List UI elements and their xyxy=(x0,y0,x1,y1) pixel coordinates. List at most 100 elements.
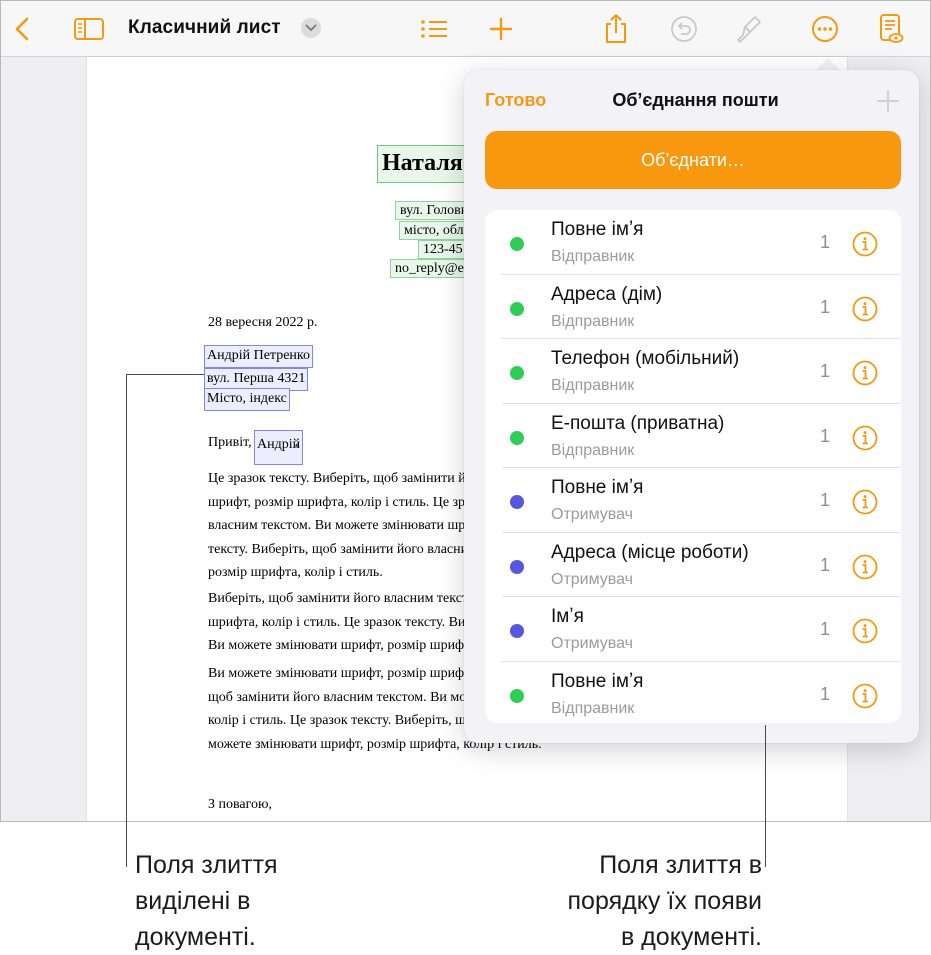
merge-field-row[interactable]: Повне імʼя Відправник 1 xyxy=(485,210,901,275)
merge-field-label: Адреса (дім) xyxy=(551,283,663,305)
merge-field-source: Отримувач xyxy=(551,506,633,523)
share-icon xyxy=(606,14,626,43)
document-title[interactable]: Класичний лист xyxy=(128,17,281,39)
merge-field-source: Отримувач xyxy=(551,635,633,652)
info-circle-icon xyxy=(852,296,878,321)
undo-button[interactable] xyxy=(666,11,702,47)
merge-field-count: 1 xyxy=(820,296,831,317)
merge-field-count: 1 xyxy=(820,683,831,704)
merge-field-label: Імʼя xyxy=(551,606,584,627)
merge-field-info-button[interactable] xyxy=(852,231,878,257)
sender-dot-icon xyxy=(510,366,524,380)
merge-field-label: Повне імʼя xyxy=(551,219,644,240)
callout-leader-left-vertical xyxy=(126,374,127,867)
reading-view-button[interactable] xyxy=(873,11,909,47)
merge-field-source: Відправник xyxy=(551,441,635,459)
chevron-down-icon xyxy=(305,24,317,31)
merge-field-count: 1 xyxy=(820,554,831,575)
ellipsis-circle-icon xyxy=(812,16,838,42)
add-field-button[interactable] xyxy=(875,88,901,114)
recipient-dot-icon xyxy=(510,559,524,574)
merge-field-source: Відправник xyxy=(551,248,635,265)
info-circle-icon xyxy=(852,618,878,644)
merge-field-sender-phone[interactable]: 123-45 xyxy=(418,240,468,259)
undo-icon xyxy=(671,16,697,42)
merge-field-info-button[interactable] xyxy=(852,296,878,322)
callout-leader-right xyxy=(765,725,766,867)
plus-icon xyxy=(877,90,899,112)
greeting-prefix: Привіт, xyxy=(208,435,252,450)
merge-field-label: Е-пошта (приватна) xyxy=(551,412,725,434)
merge-field-row[interactable]: Телефон (мобільний) Відправник 1 xyxy=(485,339,901,404)
merge-field-source: Відправник xyxy=(551,312,635,330)
sender-dot-icon xyxy=(510,301,524,316)
info-circle-icon xyxy=(852,554,878,579)
back-button[interactable] xyxy=(5,11,41,47)
merge-field-sender-email[interactable]: no_reply@e xyxy=(390,259,469,278)
greeting-suffix: , xyxy=(295,435,299,450)
sender-dot-icon xyxy=(510,688,524,703)
pages-app-window: Класичний лист Наталя вул. Головн місто,… xyxy=(0,0,931,822)
merge-field-row[interactable]: Повне імʼя Відправник 1 xyxy=(485,662,901,724)
done-button[interactable]: Готово xyxy=(485,90,546,111)
info-circle-icon xyxy=(852,360,878,386)
toolbar: Класичний лист xyxy=(1,1,930,57)
paintbrush-icon xyxy=(737,16,761,43)
merge-field-label: Адреса (місце роботи) xyxy=(551,541,749,563)
merge-field-count: 1 xyxy=(820,361,831,381)
merge-field-source: Відправник xyxy=(551,377,635,394)
merge-field-info-button[interactable] xyxy=(852,618,878,644)
recipient-dot-icon xyxy=(510,495,524,509)
callout-left: Поля злиття виділені в документі. xyxy=(135,851,278,951)
merge-button[interactable]: Об’єднати… xyxy=(485,131,901,189)
merge-field-row[interactable]: Повне імʼя Отримувач 1 xyxy=(485,468,901,533)
merge-field-row[interactable]: Е-пошта (приватна) Відправник 1 xyxy=(485,404,901,468)
sidebar-button[interactable] xyxy=(71,11,107,47)
merge-field-label: Повне імʼя xyxy=(551,670,644,692)
more-button[interactable] xyxy=(807,11,843,47)
callout-leader-left-horizontal xyxy=(126,374,204,375)
merge-field-info-button[interactable] xyxy=(852,360,878,386)
recipient-dot-icon xyxy=(510,624,524,638)
insert-button[interactable] xyxy=(483,11,519,47)
sender-dot-icon xyxy=(510,430,524,445)
merge-field-info-button[interactable] xyxy=(852,489,878,515)
merge-field-sender-full-name[interactable]: Наталя xyxy=(377,145,468,183)
merge-field-count: 1 xyxy=(820,619,831,639)
merge-field-list: Повне імʼя Відправник 1 Адреса (дім) Відправ… xyxy=(485,210,901,723)
share-button[interactable] xyxy=(598,11,634,47)
callout-right: Поля злиття в порядку їх появи в докумен… xyxy=(567,851,762,951)
chevron-left-icon xyxy=(15,17,29,41)
merge-field-count: 1 xyxy=(820,232,831,252)
merge-field-recipient-full-name[interactable]: Андрій Петренко xyxy=(204,345,314,368)
merge-field-row[interactable]: Імʼя Отримувач 1 xyxy=(485,597,901,662)
format-button[interactable] xyxy=(731,11,767,47)
merge-field-row[interactable]: Адреса (місце роботи) Отримувач 1 xyxy=(485,533,901,597)
merge-field-recipient-work-address-city[interactable]: Місто, індекс xyxy=(204,388,290,411)
merge-field-label: Телефон (мобільний) xyxy=(551,348,740,369)
merge-field-sender-home-address-street[interactable]: вул. Головн xyxy=(395,201,474,220)
mail-merge-popover: Об’єднання пошти Готово Об’єднати… Повне… xyxy=(464,70,919,743)
merge-field-count: 1 xyxy=(820,490,831,510)
document-view-icon xyxy=(880,14,904,43)
merge-field-info-button[interactable] xyxy=(852,683,878,709)
letter-date: 28 вересня 2022 р. xyxy=(208,315,318,330)
document-title-menu-button[interactable] xyxy=(301,18,321,38)
info-circle-icon xyxy=(852,425,878,450)
list-icon xyxy=(421,20,447,38)
merge-field-row[interactable]: Адреса (дім) Відправник 1 xyxy=(485,275,901,339)
info-circle-icon xyxy=(852,683,878,708)
merge-field-info-button[interactable] xyxy=(852,425,878,451)
sender-dot-icon xyxy=(510,237,524,251)
info-circle-icon xyxy=(852,231,878,257)
merge-field-source: Отримувач xyxy=(551,570,633,588)
letter-closing: З повагою, xyxy=(208,797,272,812)
merge-field-count: 1 xyxy=(820,425,831,446)
info-circle-icon xyxy=(852,489,878,515)
plus-icon xyxy=(489,17,513,41)
merge-field-source: Відправник xyxy=(551,699,635,717)
sidebar-icon xyxy=(74,18,104,40)
merge-field-info-button[interactable] xyxy=(852,554,878,580)
format-list-button[interactable] xyxy=(416,11,452,47)
merge-field-label: Повне імʼя xyxy=(551,477,644,498)
